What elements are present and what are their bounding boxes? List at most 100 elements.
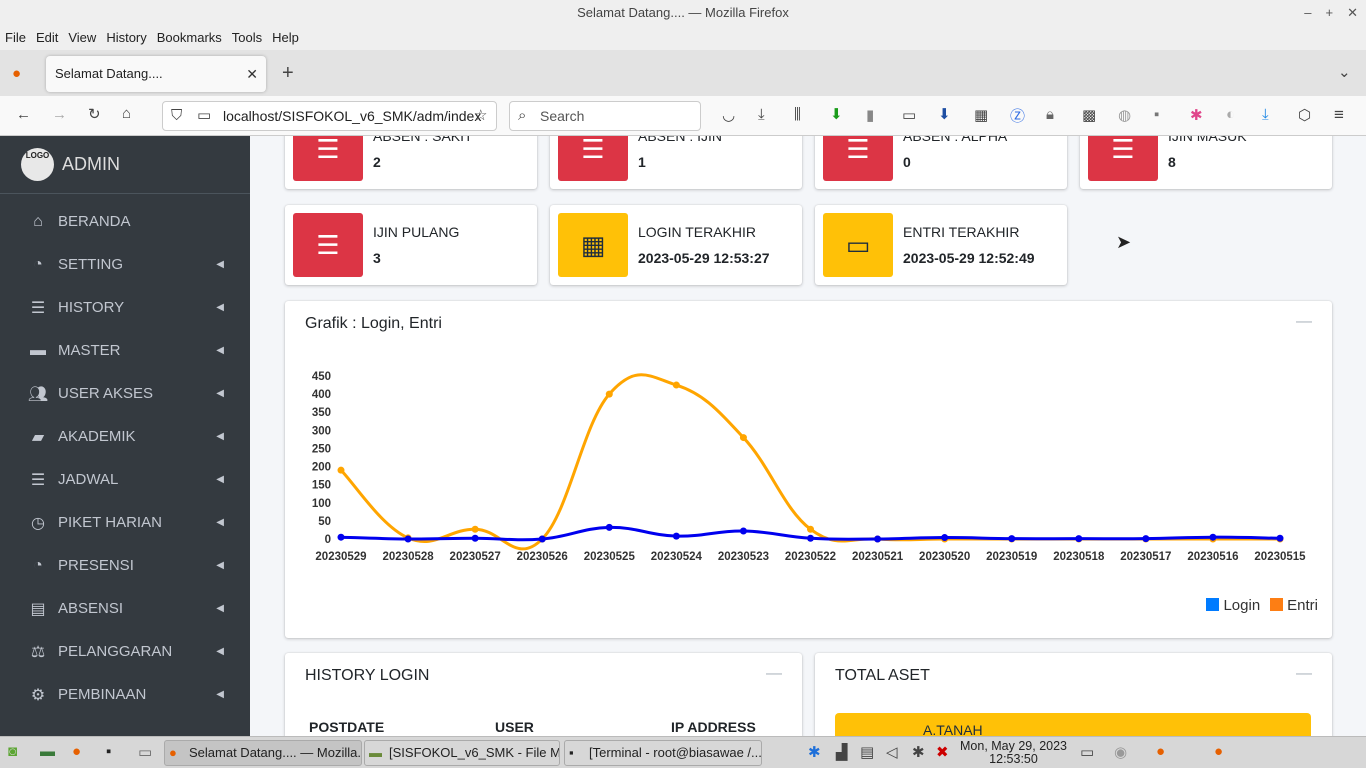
terminal-launcher-icon[interactable]: ▪	[106, 743, 111, 760]
extension-box-icon[interactable]: ▪	[1154, 106, 1159, 123]
download-green-icon[interactable]: ⬇	[830, 105, 843, 123]
bluetooth-tray-icon[interactable]: ✱	[912, 743, 925, 761]
info-box-value: 8	[1168, 154, 1176, 170]
menu-view[interactable]: View	[63, 26, 101, 50]
extension-icon[interactable]: ▮	[866, 106, 874, 124]
sidebar-item-user-akses[interactable]: 👥︎ USER AKSES ◀	[0, 372, 250, 415]
collapse-icon[interactable]: —	[1296, 313, 1312, 331]
home-icon: ⌂	[33, 212, 43, 230]
library-icon[interactable]: ⫼	[794, 106, 801, 123]
data-point-login	[337, 533, 345, 541]
forward-icon[interactable]: →	[52, 106, 67, 123]
battery-icon[interactable]: ▭	[1080, 743, 1094, 761]
chevron-left-icon: ◀	[216, 302, 224, 313]
info-box-label: ENTRI TERAKHIR	[903, 224, 1020, 240]
x-tick-label: 20230522	[785, 551, 836, 563]
extensions-puzzle-icon[interactable]: ⬡	[1298, 106, 1311, 124]
legend-item-entri[interactable]: Entri	[1270, 597, 1318, 614]
chevron-left-icon: ◀	[216, 259, 224, 270]
workspace-2-icon[interactable]: ●	[1214, 743, 1223, 760]
sidebar-icon[interactable]: ▭	[902, 106, 916, 124]
url-text: localhost/SISFOKOL_v6_SMK/adm/index	[223, 108, 482, 124]
x-tick-label: 20230517	[1120, 551, 1171, 563]
close-window-icon[interactable]: ✕	[1347, 0, 1358, 26]
collapse-icon[interactable]: —	[766, 665, 782, 683]
tab-bar: ● Selamat Datang.... ✕ + ⌄	[0, 50, 1366, 96]
legend-item-login[interactable]: Login	[1206, 597, 1260, 614]
new-tab-icon[interactable]: +	[282, 62, 294, 85]
clapper-icon[interactable]: ▤	[860, 743, 874, 761]
show-desktop-icon[interactable]: ▬	[40, 743, 55, 760]
sidebar-item-history[interactable]: ☰ HISTORY ◀	[0, 286, 250, 329]
sidebar-item-beranda[interactable]: ⌂ BERANDA	[0, 200, 250, 243]
sidebar-item-pembinaan[interactable]: ⚙ PEMBINAAN ◀	[0, 673, 250, 716]
sidebar-item-piket-harian[interactable]: ◷ PIKET HARIAN ◀	[0, 501, 250, 544]
x-tick-label: 20230528	[382, 551, 434, 563]
sidebar-item-akademik[interactable]: ▰ AKADEMIK ◀	[0, 415, 250, 458]
menu-file[interactable]: File	[0, 26, 31, 50]
taskbar-window-terminal[interactable]: ▪ [Terminal - root@biasawae /...	[564, 740, 762, 766]
taskbar: ◙ ▬ ● ▪ ▭ ● Selamat Datang.... — Mozilla…	[0, 736, 1366, 768]
sidebar-item-presensi[interactable]: ◔ PRESENSI ◀	[0, 544, 250, 587]
data-point-entri	[471, 525, 479, 533]
calendar-grid-icon: ▦	[558, 213, 628, 277]
downloads-icon[interactable]: ⤓	[758, 106, 765, 123]
globe-icon[interactable]: ◍	[1118, 106, 1131, 124]
menu-edit[interactable]: Edit	[31, 26, 63, 50]
x-tick-label: 20230515	[1254, 551, 1306, 563]
grid-extension-icon[interactable]: ▦	[974, 106, 988, 124]
bluetooth-icon[interactable]: ✱	[808, 743, 821, 761]
sidebar-item-master[interactable]: ▬ MASTER ◀	[0, 329, 250, 372]
reload-icon[interactable]: ↻	[88, 105, 101, 123]
legend-swatch	[1206, 598, 1220, 611]
lock-extension-icon[interactable]: 🔒︎	[1046, 106, 1054, 123]
shield-icon[interactable]: ⛉	[171, 102, 182, 130]
menu-tools[interactable]: Tools	[227, 26, 267, 50]
y-tick-label: 450	[312, 371, 331, 383]
bookmark-star-icon[interactable]: ☆	[474, 106, 487, 124]
home-nav-icon[interactable]: ⌂	[122, 105, 131, 122]
download-blue-icon[interactable]: ⬇	[938, 105, 951, 123]
close-tab-icon[interactable]: ✕	[246, 56, 258, 92]
list-icon: ☰	[293, 136, 363, 181]
tab-list-icon[interactable]: ⌄	[1338, 63, 1351, 81]
menu-history[interactable]: History	[101, 26, 151, 50]
z-extension-icon[interactable]: Ⓩ	[1010, 105, 1025, 126]
hamburger-menu-icon[interactable]: ≡	[1334, 105, 1344, 125]
minimize-icon[interactable]: –	[1304, 0, 1311, 26]
menu-help[interactable]: Help	[267, 26, 304, 50]
aset-item-tanah[interactable]: A.TANAH	[835, 713, 1311, 736]
maximize-icon[interactable]: +	[1326, 0, 1334, 26]
page-info-icon[interactable]: ▭	[197, 102, 211, 130]
taskbar-window-firefox[interactable]: ● Selamat Datang.... — Mozilla...	[164, 740, 362, 766]
sidebar-item-setting[interactable]: ◔ SETTING ◀	[0, 243, 250, 286]
data-point-entri	[605, 390, 613, 398]
volume-icon[interactable]: ◁	[886, 743, 898, 761]
search-input[interactable]: ⌕ Search	[509, 101, 701, 131]
save-download-icon[interactable]: ⤓	[1262, 106, 1269, 123]
url-bar[interactable]: ⛉ ▭ localhost/SISFOKOL_v6_SMK/adm/index	[162, 101, 497, 131]
pocket-icon[interactable]: ◡	[722, 106, 735, 124]
brand[interactable]: LOGO ADMIN	[0, 136, 250, 194]
workspace-icon[interactable]: ◉	[1114, 743, 1127, 761]
sidebar-item-pelanggaran[interactable]: ⚖ PELANGGARAN ◀	[0, 630, 250, 673]
color-extension-icon[interactable]: ✱	[1190, 106, 1203, 124]
sidebar-item-jadwal[interactable]: ☰ JADWAL ◀	[0, 458, 250, 501]
firefox-launcher-icon[interactable]: ●	[72, 743, 81, 760]
back-icon[interactable]: ←	[16, 106, 31, 123]
mint-menu-icon[interactable]: ◙	[8, 743, 17, 760]
browser-tab[interactable]: Selamat Datang.... ✕	[46, 56, 266, 92]
search-icon: ⌕	[518, 107, 527, 124]
files-launcher-icon[interactable]: ▭	[138, 743, 152, 761]
qr-icon[interactable]: ▩	[1082, 106, 1096, 124]
update-shield-icon[interactable]: ✖	[936, 743, 949, 761]
clock[interactable]: Mon, May 29, 2023 12:53:50	[960, 740, 1067, 766]
workspace-1-icon[interactable]: ●	[1156, 743, 1165, 760]
menu-bookmarks[interactable]: Bookmarks	[152, 26, 227, 50]
taskbar-window-file-manager[interactable]: ▬ [SISFOKOL_v6_SMK - File Ma...	[364, 740, 560, 766]
info-box-ijin-pulang: ☰ IJIN PULANG 3	[285, 205, 537, 285]
collapse-icon[interactable]: —	[1296, 665, 1312, 683]
toggle-icon[interactable]: ◐	[1226, 106, 1235, 123]
sidebar-item-absensi[interactable]: ▤ ABSENSI ◀	[0, 587, 250, 630]
network-signal-icon[interactable]: ▟	[836, 743, 848, 761]
